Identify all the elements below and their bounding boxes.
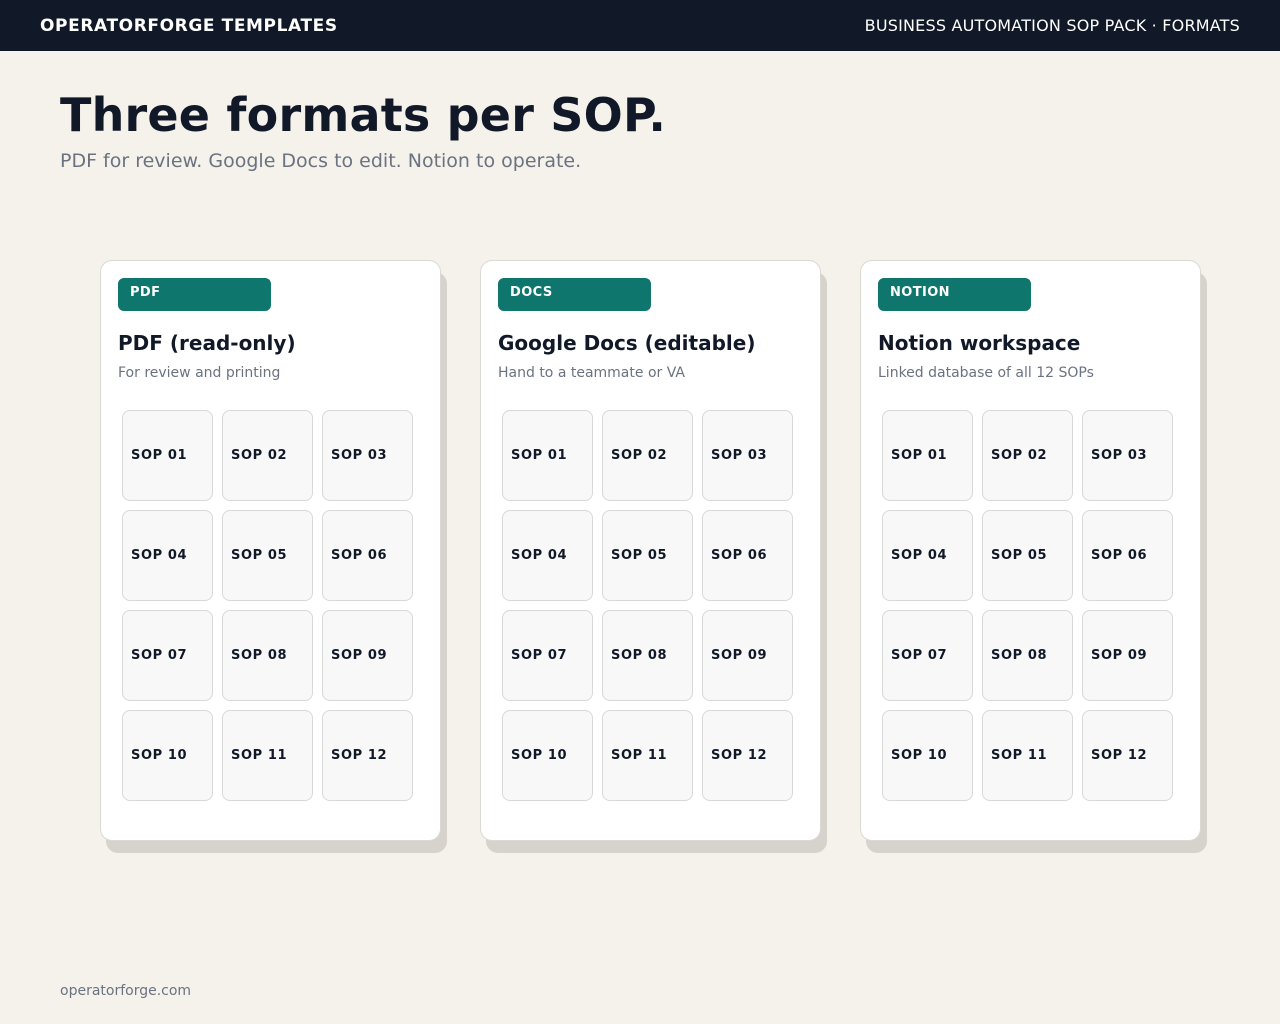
sop-tile: SOP 06 <box>1082 510 1173 601</box>
sop-tile: SOP 11 <box>602 710 693 801</box>
sop-tile: SOP 04 <box>122 510 213 601</box>
sop-tile: SOP 05 <box>982 510 1073 601</box>
sop-tile: SOP 07 <box>502 610 593 701</box>
page-subtitle: PDF for review. Google Docs to edit. Not… <box>60 150 582 172</box>
format-card-notion: NOTION Notion workspace Linked database … <box>860 260 1201 841</box>
sop-tile: SOP 10 <box>122 710 213 801</box>
format-badge: PDF <box>118 278 271 311</box>
sop-tile: SOP 01 <box>122 410 213 501</box>
card-title: Google Docs (editable) <box>498 331 756 355</box>
sop-tile: SOP 08 <box>602 610 693 701</box>
sop-tile: SOP 10 <box>882 710 973 801</box>
card-description: Hand to a teammate or VA <box>498 365 685 381</box>
section-label: BUSINESS AUTOMATION SOP PACK · FORMATS <box>864 16 1240 35</box>
sop-tile: SOP 03 <box>1082 410 1173 501</box>
format-badge: DOCS <box>498 278 651 311</box>
card-description: For review and printing <box>118 365 281 381</box>
footer-url: operatorforge.com <box>60 983 192 999</box>
sop-tile: SOP 07 <box>122 610 213 701</box>
sop-tile: SOP 12 <box>1082 710 1173 801</box>
sop-tile: SOP 02 <box>602 410 693 501</box>
format-card-pdf: PDF PDF (read-only) For review and print… <box>100 260 441 841</box>
sop-tile: SOP 08 <box>222 610 313 701</box>
format-badge: NOTION <box>878 278 1031 311</box>
sop-tile: SOP 08 <box>982 610 1073 701</box>
sop-tile: SOP 05 <box>602 510 693 601</box>
sop-tile: SOP 02 <box>222 410 313 501</box>
sop-tile: SOP 09 <box>702 610 793 701</box>
card-title: Notion workspace <box>878 331 1081 355</box>
brand-name: OPERATORFORGE TEMPLATES <box>40 15 338 36</box>
sop-grid: SOP 01 SOP 02 SOP 03 SOP 04 SOP 05 SOP 06 SOP … <box>502 410 793 801</box>
sop-tile: SOP 02 <box>982 410 1073 501</box>
sop-tile: SOP 12 <box>702 710 793 801</box>
sop-tile: SOP 03 <box>322 410 413 501</box>
sop-grid: SOP 01 SOP 02 SOP 03 SOP 04 SOP 05 SOP 06 SOP … <box>122 410 413 801</box>
sop-grid: SOP 01 SOP 02 SOP 03 SOP 04 SOP 05 SOP 06 SOP … <box>882 410 1173 801</box>
page-title: Three formats per SOP. <box>60 88 667 142</box>
sop-tile: SOP 06 <box>322 510 413 601</box>
sop-tile: SOP 01 <box>502 410 593 501</box>
card-title: PDF (read-only) <box>118 331 296 355</box>
sop-tile: SOP 07 <box>882 610 973 701</box>
sop-tile: SOP 12 <box>322 710 413 801</box>
sop-tile: SOP 11 <box>222 710 313 801</box>
sop-tile: SOP 09 <box>322 610 413 701</box>
sop-tile: SOP 04 <box>882 510 973 601</box>
sop-tile: SOP 01 <box>882 410 973 501</box>
sop-tile: SOP 11 <box>982 710 1073 801</box>
sop-tile: SOP 06 <box>702 510 793 601</box>
sop-tile: SOP 04 <box>502 510 593 601</box>
sop-tile: SOP 05 <box>222 510 313 601</box>
top-bar: OPERATORFORGE TEMPLATES BUSINESS AUTOMAT… <box>0 0 1280 51</box>
sop-tile: SOP 03 <box>702 410 793 501</box>
card-description: Linked database of all 12 SOPs <box>878 365 1094 381</box>
format-card-docs: DOCS Google Docs (editable) Hand to a te… <box>480 260 821 841</box>
sop-tile: SOP 09 <box>1082 610 1173 701</box>
sop-tile: SOP 10 <box>502 710 593 801</box>
